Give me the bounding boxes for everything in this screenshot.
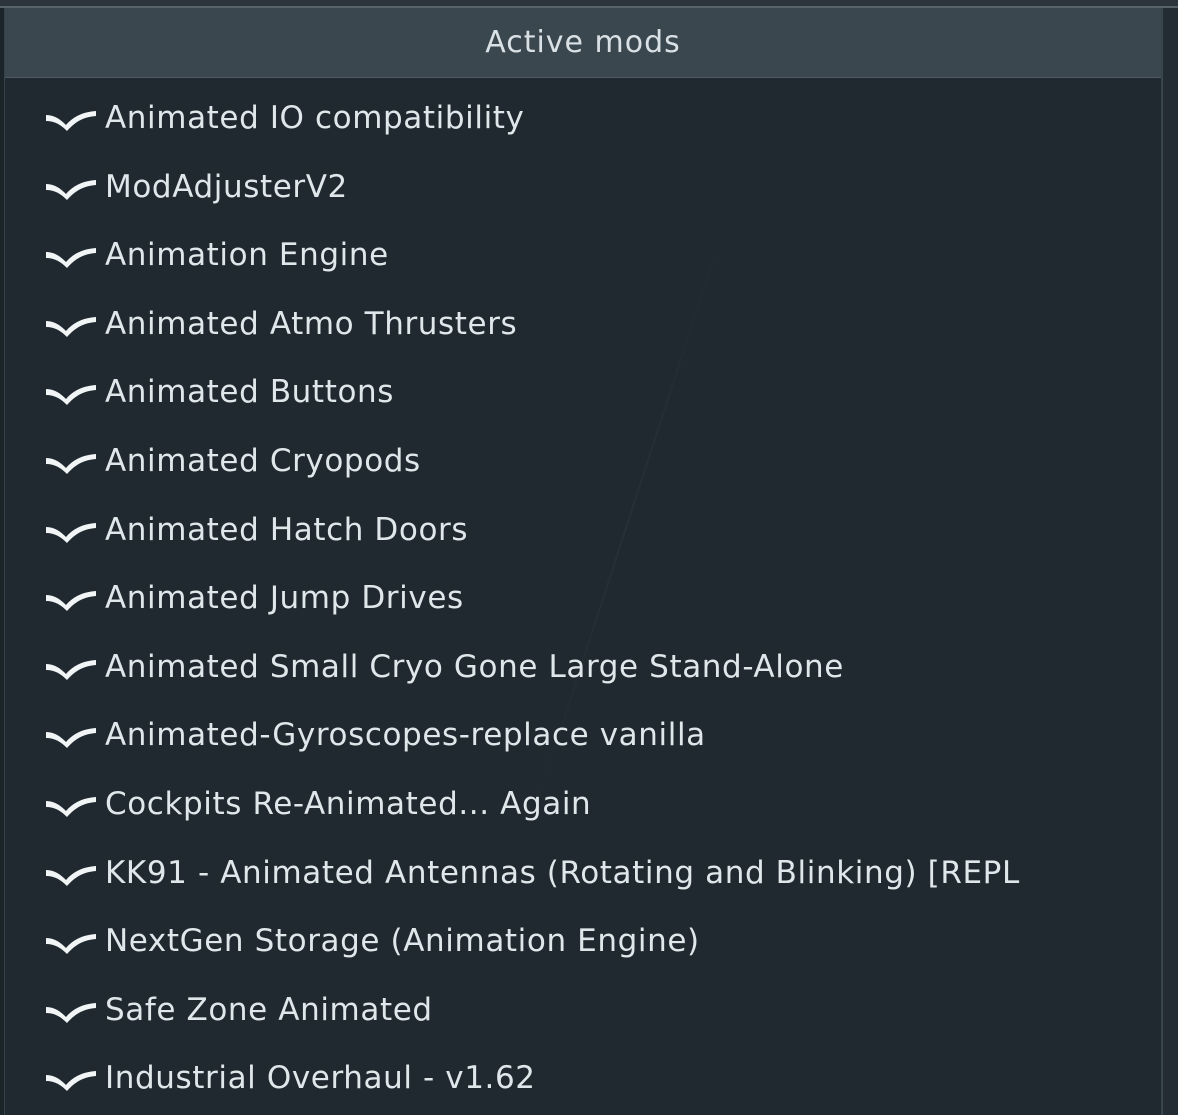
- checkmark-icon: [41, 720, 99, 750]
- window-top-border: [0, 0, 1178, 8]
- checkmark-icon: [41, 103, 99, 133]
- panel-title: Active mods: [485, 25, 681, 60]
- mod-label: Cockpits Re-Animated... Again: [105, 786, 592, 822]
- mod-item[interactable]: Safe Zone Animated: [5, 976, 1161, 1044]
- panel-header: Active mods: [5, 8, 1161, 78]
- mod-label: Animation Engine: [105, 237, 389, 274]
- mod-label: Animated Jump Drives: [105, 580, 464, 617]
- mod-item[interactable]: Animated Atmo Thrusters: [5, 290, 1161, 358]
- mod-label: Animated-Gyroscopes-replace vanilla: [105, 717, 706, 754]
- mod-item[interactable]: ModAdjusterV2: [5, 153, 1161, 221]
- checkmark-icon: [41, 377, 99, 407]
- checkmark-icon: [41, 583, 99, 613]
- mod-item[interactable]: Animated Jump Drives: [5, 564, 1161, 632]
- active-mods-panel: Active mods Animated IO compatibility Mo…: [4, 8, 1162, 1115]
- checkmark-icon: [41, 515, 99, 545]
- checkmark-icon: [41, 1063, 99, 1093]
- mod-label: Animated Cryopods: [105, 443, 421, 479]
- mod-item[interactable]: NextGen Storage (Animation Engine): [5, 907, 1161, 975]
- checkmark-icon: [41, 858, 99, 888]
- mod-label: KK91 - Animated Antennas (Rotating and B…: [105, 854, 1020, 891]
- mod-label: Animated Buttons: [105, 374, 395, 411]
- checkmark-icon: [41, 789, 99, 819]
- mod-item[interactable]: Animated Small Cryo Gone Large Stand-Alo…: [5, 633, 1161, 701]
- mod-item[interactable]: Animated-Gyroscopes-replace vanilla: [5, 701, 1161, 769]
- mod-item[interactable]: Animated Cryopods: [5, 427, 1161, 495]
- mod-item[interactable]: Animation Engine: [5, 221, 1161, 289]
- checkmark-icon: [41, 309, 99, 339]
- mod-item[interactable]: Animated Buttons: [5, 358, 1161, 426]
- mod-label: Safe Zone Animated: [105, 991, 433, 1028]
- mod-label: Animated Hatch Doors: [105, 511, 469, 548]
- mod-label: Animated Atmo Thrusters: [105, 305, 518, 342]
- mod-item[interactable]: Cockpits Re-Animated... Again: [5, 770, 1161, 838]
- mod-label: Animated IO compatibility: [105, 100, 525, 136]
- checkmark-icon: [41, 652, 99, 682]
- mod-label: ModAdjusterV2: [105, 168, 348, 205]
- mod-item[interactable]: Animated IO compatibility: [5, 84, 1161, 152]
- mod-label: NextGen Storage (Animation Engine): [105, 923, 700, 960]
- checkmark-icon: [41, 446, 99, 476]
- mod-label: Animated Small Cryo Gone Large Stand-Alo…: [105, 648, 844, 685]
- checkmark-icon: [41, 172, 99, 202]
- mod-item[interactable]: Industrial Overhaul - v1.62: [5, 1044, 1161, 1112]
- mod-label: Industrial Overhaul - v1.62: [105, 1060, 536, 1097]
- scrollbar-track[interactable]: [1162, 8, 1178, 1115]
- mod-item[interactable]: KK91 - Animated Antennas (Rotating and B…: [5, 839, 1161, 907]
- checkmark-icon: [41, 995, 99, 1025]
- checkmark-icon: [41, 926, 99, 956]
- checkmark-icon: [41, 240, 99, 270]
- mod-item[interactable]: Animated Hatch Doors: [5, 496, 1161, 564]
- active-mods-list[interactable]: Animated IO compatibility ModAdjusterV2 …: [5, 78, 1161, 1115]
